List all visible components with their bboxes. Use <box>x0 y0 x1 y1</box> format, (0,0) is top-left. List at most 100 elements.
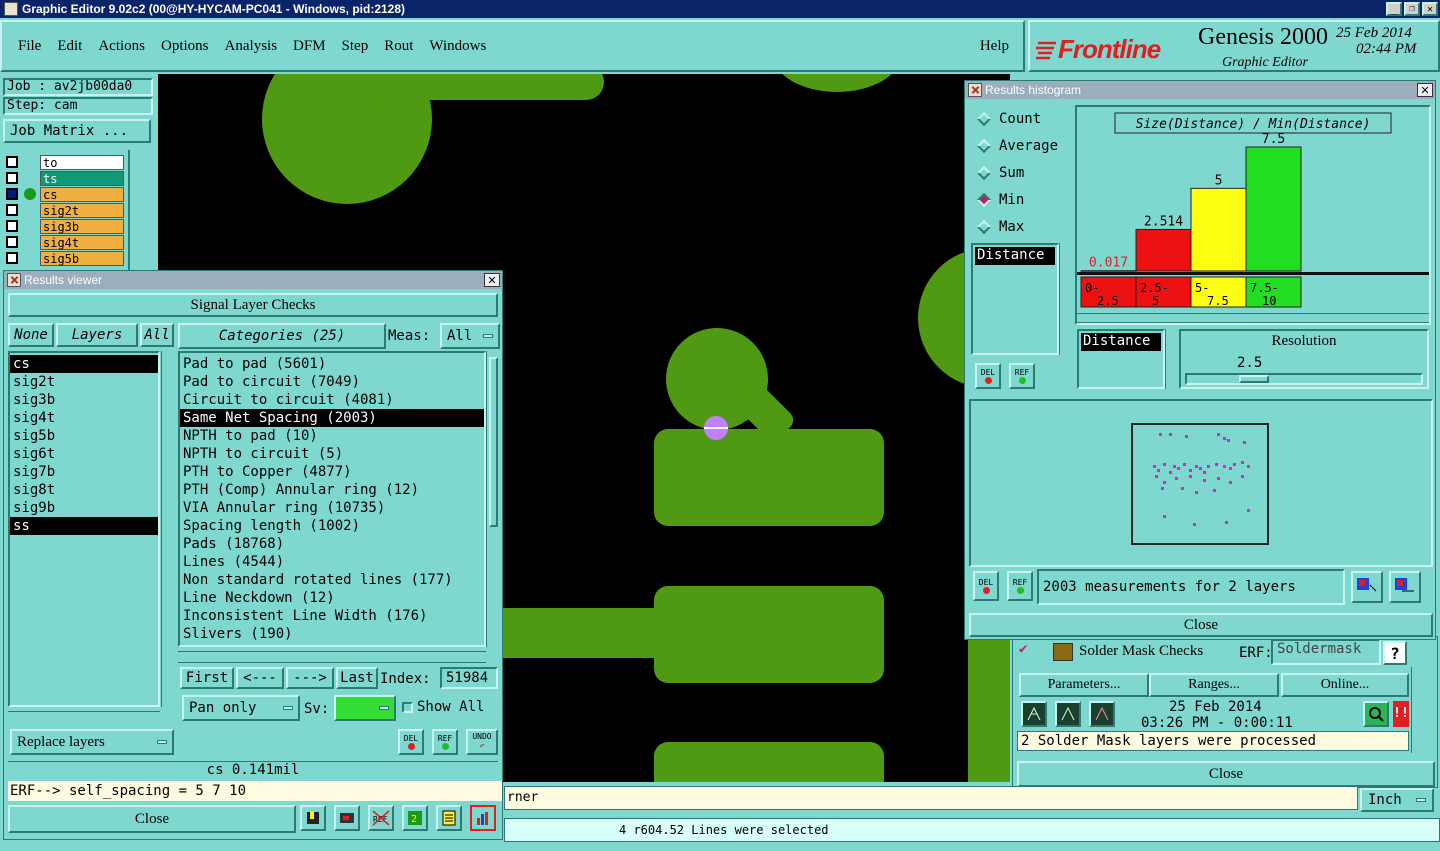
layer-list-vscroll[interactable] <box>161 351 175 707</box>
report-icon[interactable] <box>436 805 462 831</box>
slider-handle[interactable] <box>1239 375 1269 383</box>
job-matrix-button[interactable]: Job Matrix ... <box>3 119 151 143</box>
layer-list-item[interactable]: sig6t <box>10 445 158 463</box>
field-list-vscroll[interactable] <box>1059 243 1073 355</box>
category-item[interactable]: VIA Annular ring (10735) <box>180 499 484 517</box>
layer-checkbox[interactable] <box>6 252 18 264</box>
category-item[interactable]: NPTH to pad (10) <box>180 427 484 445</box>
category-item[interactable]: Pads (18768) <box>180 535 484 553</box>
category-item[interactable]: Same Net Spacing (2003) <box>180 409 484 427</box>
resolution-slider[interactable] <box>1185 373 1423 385</box>
layers-button[interactable]: Layers <box>56 323 138 347</box>
layer-name[interactable]: sig2t <box>40 202 124 218</box>
refresh-button[interactable]: REF <box>432 729 458 755</box>
erf-field[interactable]: Soldermask <box>1271 639 1381 665</box>
aggregate-option-sum[interactable]: Sum <box>971 159 1073 186</box>
previous-button[interactable]: <--- <box>236 667 284 689</box>
layer-list-item[interactable]: sig3b <box>10 391 158 409</box>
severity-select[interactable] <box>334 695 396 721</box>
menu-item-file[interactable]: File <box>18 38 41 55</box>
layer-row[interactable]: sig5b <box>6 250 124 266</box>
category-item[interactable]: Pad to pad (5601) <box>180 355 484 373</box>
preview-delete-button[interactable]: DEL <box>973 571 999 601</box>
layer-name[interactable]: sig5b <box>40 250 124 266</box>
close-icon[interactable]: ✕ <box>484 273 500 287</box>
menu-item-analysis[interactable]: Analysis <box>225 38 278 55</box>
category-item[interactable]: Lines (4544) <box>180 553 484 571</box>
results-viewer-close-button[interactable]: Close <box>8 805 296 833</box>
aggregate-option-count[interactable]: Count <box>971 105 1073 132</box>
layer-name[interactable]: ts <box>40 170 124 186</box>
solder-close-button[interactable]: Close <box>1017 761 1435 787</box>
histogram-refresh-button[interactable]: REF <box>1009 363 1035 389</box>
close-window-button[interactable]: ✕ <box>1422 2 1438 16</box>
replace-layers-select[interactable]: Replace layers <box>10 729 174 755</box>
measure-icon[interactable] <box>300 805 326 831</box>
layer-checkbox[interactable] <box>6 236 18 248</box>
layer-name[interactable]: sig4t <box>40 234 124 250</box>
histogram-delete-button[interactable]: DEL <box>975 363 1001 389</box>
meas-select[interactable]: All <box>440 323 500 349</box>
stop-run-icon[interactable] <box>1089 701 1115 727</box>
restore-button[interactable]: ❐ <box>1404 2 1420 16</box>
histogram-close-button[interactable]: Close <box>969 613 1433 637</box>
next-button[interactable]: ---> <box>286 667 334 689</box>
layer-list-item[interactable]: sig4t <box>10 409 158 427</box>
menu-item-actions[interactable]: Actions <box>98 38 145 55</box>
run-all-icon[interactable] <box>1055 701 1081 727</box>
field-item-distance[interactable]: Distance <box>975 247 1055 265</box>
zoom-to-fit-icon[interactable] <box>1351 571 1383 603</box>
close-icon[interactable]: ✕ <box>1417 83 1433 97</box>
pan-only-select[interactable]: Pan only <box>182 695 300 721</box>
layer-checkbox[interactable] <box>6 156 18 168</box>
undo-button[interactable]: UNDO ↶ <box>466 729 498 755</box>
layer-list-item[interactable]: sig2t <box>10 373 158 391</box>
solder-vscroll[interactable] <box>1411 667 1425 753</box>
category-item[interactable]: Inconsistent Line Width (176) <box>180 607 484 625</box>
minimize-button[interactable]: _ <box>1386 2 1402 16</box>
layer-row[interactable]: ts <box>6 170 124 186</box>
run-icon[interactable] <box>1021 701 1047 727</box>
categories-button[interactable]: Categories (25) <box>178 323 386 349</box>
layer-list-hscroll[interactable] <box>8 711 160 723</box>
index-input[interactable]: 51984 <box>440 667 498 689</box>
distance-item[interactable]: Distance <box>1081 333 1161 351</box>
aggregate-option-max[interactable]: Max <box>971 213 1073 240</box>
layer-list-item[interactable]: sig8t <box>10 481 158 499</box>
layer-checkbox[interactable] <box>6 188 18 200</box>
category-item[interactable]: Line Neckdown (12) <box>180 589 484 607</box>
menu-item-rout[interactable]: Rout <box>384 38 413 55</box>
category-item[interactable]: Pad to circuit (7049) <box>180 373 484 391</box>
layer-list-item[interactable]: sig9b <box>10 499 158 517</box>
layer-list-item[interactable]: ss <box>10 517 158 535</box>
layer-row[interactable]: sig3b <box>6 218 124 234</box>
category-item[interactable]: PTH (Comp) Annular ring (12) <box>180 481 484 499</box>
layer-checkbox[interactable] <box>6 220 18 232</box>
checkbox-icon[interactable]: ✔ <box>1019 641 1027 657</box>
zoom-icon[interactable] <box>1363 701 1389 727</box>
layer-icon[interactable] <box>334 805 360 831</box>
distance-vscroll[interactable] <box>1165 329 1179 389</box>
category-item[interactable]: NPTH to circuit (5) <box>180 445 484 463</box>
layer-list-item[interactable]: sig5b <box>10 427 158 445</box>
layer-list-item[interactable]: cs <box>10 355 158 373</box>
menu-item-windows[interactable]: Windows <box>429 38 486 55</box>
help-menu[interactable]: Help <box>980 38 1009 55</box>
aggregate-option-min[interactable]: Min <box>971 186 1073 213</box>
menu-item-edit[interactable]: Edit <box>57 38 82 55</box>
online-button[interactable]: Online... <box>1281 673 1409 697</box>
first-button[interactable]: First <box>180 667 234 689</box>
preview-refresh-button[interactable]: REF <box>1007 571 1033 601</box>
layer-row[interactable]: sig2t <box>6 202 124 218</box>
help-button[interactable]: ? <box>1383 641 1407 665</box>
layer-row[interactable]: sig4t <box>6 234 124 250</box>
category-item[interactable]: Circuit to circuit (4081) <box>180 391 484 409</box>
menu-item-step[interactable]: Step <box>342 38 369 55</box>
menu-item-options[interactable]: Options <box>161 38 209 55</box>
show-all-checkbox[interactable]: Show All <box>402 699 484 715</box>
categories-hscroll[interactable] <box>178 651 486 663</box>
layer-list-scrollbar[interactable] <box>128 150 154 270</box>
layer-name[interactable]: cs <box>40 186 124 202</box>
category-item[interactable]: Spacing length (1002) <box>180 517 484 535</box>
numbering-icon[interactable]: 2 <box>402 805 428 831</box>
